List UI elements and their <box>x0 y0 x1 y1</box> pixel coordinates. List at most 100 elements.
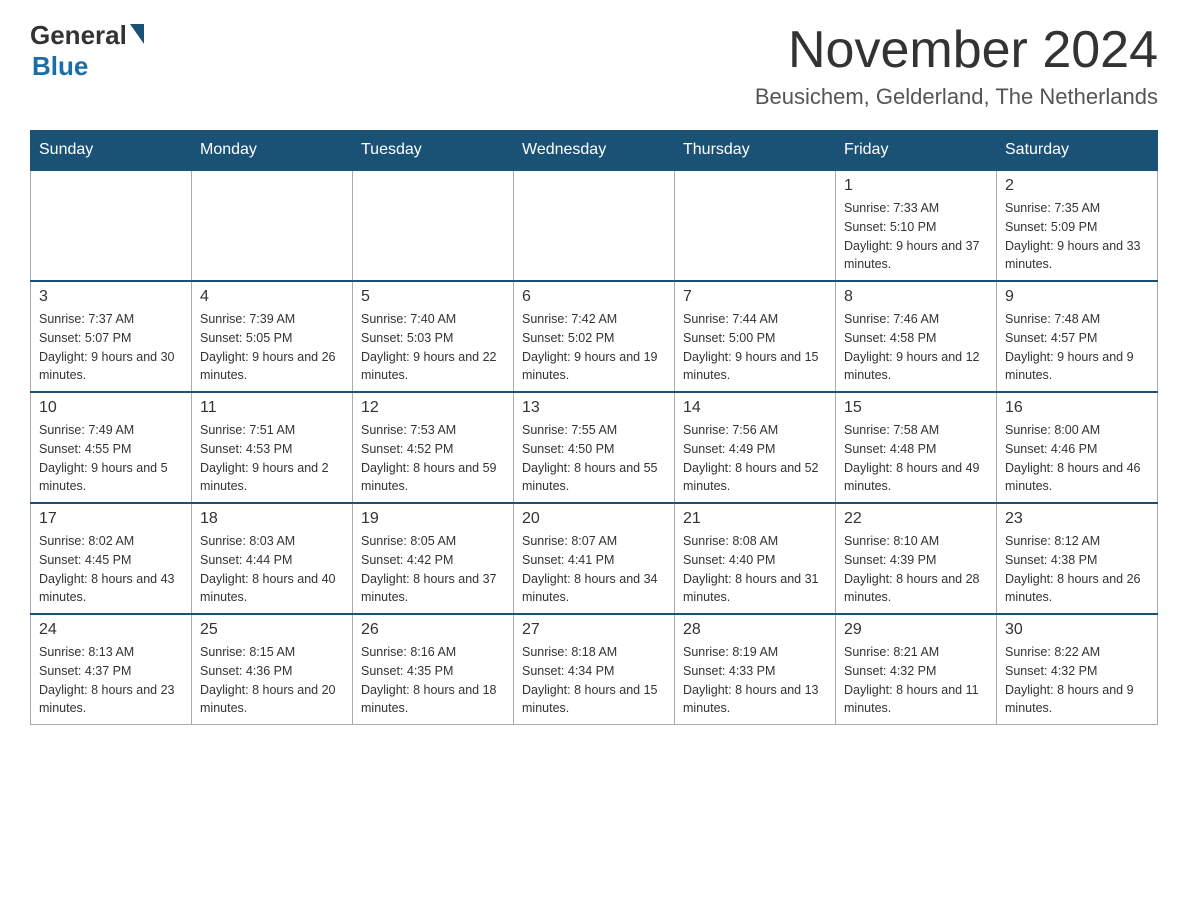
calendar-day-cell: 1 Sunrise: 7:33 AMSunset: 5:10 PMDaylight… <box>836 170 997 281</box>
day-number: 26 <box>361 621 505 639</box>
calendar-day-cell <box>675 170 836 281</box>
day-number: 3 <box>39 288 183 306</box>
day-number: 24 <box>39 621 183 639</box>
weekday-header-saturday: Saturday <box>997 131 1158 171</box>
day-info: Sunrise: 7:56 AMSunset: 4:49 PMDaylight:… <box>683 421 827 496</box>
day-number: 15 <box>844 399 988 417</box>
day-info: Sunrise: 7:51 AMSunset: 4:53 PMDaylight:… <box>200 421 344 496</box>
calendar-day-cell <box>31 170 192 281</box>
day-number: 28 <box>683 621 827 639</box>
calendar-day-cell: 18Sunrise: 8:03 AMSunset: 4:44 PMDayligh… <box>192 503 353 614</box>
day-info: Sunrise: 8:12 AMSunset: 4:38 PMDaylight:… <box>1005 532 1149 607</box>
day-info: Sunrise: 8:00 AMSunset: 4:46 PMDaylight:… <box>1005 421 1149 496</box>
logo-blue-text: Blue <box>32 51 88 81</box>
day-number: 4 <box>200 288 344 306</box>
day-number: 21 <box>683 510 827 528</box>
calendar-day-cell <box>514 170 675 281</box>
day-info: Sunrise: 7:53 AMSunset: 4:52 PMDaylight:… <box>361 421 505 496</box>
day-info: Sunrise: 8:02 AMSunset: 4:45 PMDaylight:… <box>39 532 183 607</box>
day-number: 12 <box>361 399 505 417</box>
location-title: Beusichem, Gelderland, The Netherlands <box>755 84 1158 110</box>
day-number: 19 <box>361 510 505 528</box>
calendar-day-cell <box>353 170 514 281</box>
day-info: Sunrise: 7:44 AMSunset: 5:00 PMDaylight:… <box>683 310 827 385</box>
day-number: 6 <box>522 288 666 306</box>
calendar-day-cell: 4 Sunrise: 7:39 AMSunset: 5:05 PMDaylight… <box>192 281 353 392</box>
day-number: 25 <box>200 621 344 639</box>
title-block: November 2024 Beusichem, Gelderland, The… <box>755 20 1158 110</box>
day-number: 2 <box>1005 177 1149 195</box>
calendar-day-cell: 15 Sunrise: 7:58 AMSunset: 4:48 PMDayligh… <box>836 392 997 503</box>
calendar-day-cell: 24 Sunrise: 8:13 AMSunset: 4:37 PMDayligh… <box>31 614 192 725</box>
weekday-header-sunday: Sunday <box>31 131 192 171</box>
calendar-day-cell <box>192 170 353 281</box>
calendar-day-cell: 11 Sunrise: 7:51 AMSunset: 4:53 PMDayligh… <box>192 392 353 503</box>
calendar-day-cell: 28 Sunrise: 8:19 AMSunset: 4:33 PMDayligh… <box>675 614 836 725</box>
day-number: 22 <box>844 510 988 528</box>
calendar-day-cell: 20Sunrise: 8:07 AMSunset: 4:41 PMDayligh… <box>514 503 675 614</box>
calendar-day-cell: 19 Sunrise: 8:05 AMSunset: 4:42 PMDayligh… <box>353 503 514 614</box>
week-row-5: 24 Sunrise: 8:13 AMSunset: 4:37 PMDayligh… <box>31 614 1158 725</box>
calendar-day-cell: 16 Sunrise: 8:00 AMSunset: 4:46 PMDayligh… <box>997 392 1158 503</box>
day-number: 20 <box>522 510 666 528</box>
day-info: Sunrise: 7:39 AMSunset: 5:05 PMDaylight:… <box>200 310 344 385</box>
calendar-day-cell: 21 Sunrise: 8:08 AMSunset: 4:40 PMDayligh… <box>675 503 836 614</box>
calendar-day-cell: 12 Sunrise: 7:53 AMSunset: 4:52 PMDayligh… <box>353 392 514 503</box>
calendar-day-cell: 7Sunrise: 7:44 AMSunset: 5:00 PMDaylight… <box>675 281 836 392</box>
day-info: Sunrise: 7:40 AMSunset: 5:03 PMDaylight:… <box>361 310 505 385</box>
calendar-day-cell: 26Sunrise: 8:16 AMSunset: 4:35 PMDayligh… <box>353 614 514 725</box>
day-info: Sunrise: 7:48 AMSunset: 4:57 PMDaylight:… <box>1005 310 1149 385</box>
calendar-day-cell: 5 Sunrise: 7:40 AMSunset: 5:03 PMDaylight… <box>353 281 514 392</box>
day-info: Sunrise: 8:03 AMSunset: 4:44 PMDaylight:… <box>200 532 344 607</box>
logo-general-text: General <box>30 20 127 51</box>
weekday-header-thursday: Thursday <box>675 131 836 171</box>
day-info: Sunrise: 7:49 AMSunset: 4:55 PMDaylight:… <box>39 421 183 496</box>
day-info: Sunrise: 7:35 AMSunset: 5:09 PMDaylight:… <box>1005 199 1149 274</box>
day-number: 29 <box>844 621 988 639</box>
calendar-day-cell: 27Sunrise: 8:18 AMSunset: 4:34 PMDayligh… <box>514 614 675 725</box>
week-row-4: 17Sunrise: 8:02 AMSunset: 4:45 PMDayligh… <box>31 503 1158 614</box>
day-number: 10 <box>39 399 183 417</box>
day-info: Sunrise: 8:10 AMSunset: 4:39 PMDaylight:… <box>844 532 988 607</box>
calendar-day-cell: 3 Sunrise: 7:37 AMSunset: 5:07 PMDaylight… <box>31 281 192 392</box>
page-header: General Blue November 2024 Beusichem, Ge… <box>30 20 1158 110</box>
day-number: 14 <box>683 399 827 417</box>
day-number: 13 <box>522 399 666 417</box>
day-info: Sunrise: 7:58 AMSunset: 4:48 PMDaylight:… <box>844 421 988 496</box>
day-number: 16 <box>1005 399 1149 417</box>
logo-triangle-icon <box>130 24 144 44</box>
day-number: 5 <box>361 288 505 306</box>
day-info: Sunrise: 8:13 AMSunset: 4:37 PMDaylight:… <box>39 643 183 718</box>
day-info: Sunrise: 7:37 AMSunset: 5:07 PMDaylight:… <box>39 310 183 385</box>
day-info: Sunrise: 8:05 AMSunset: 4:42 PMDaylight:… <box>361 532 505 607</box>
day-number: 8 <box>844 288 988 306</box>
calendar-day-cell: 29Sunrise: 8:21 AMSunset: 4:32 PMDayligh… <box>836 614 997 725</box>
weekday-header-monday: Monday <box>192 131 353 171</box>
logo: General Blue <box>30 20 144 82</box>
calendar-day-cell: 22 Sunrise: 8:10 AMSunset: 4:39 PMDayligh… <box>836 503 997 614</box>
calendar-day-cell: 14 Sunrise: 7:56 AMSunset: 4:49 PMDayligh… <box>675 392 836 503</box>
calendar-day-cell: 30 Sunrise: 8:22 AMSunset: 4:32 PMDayligh… <box>997 614 1158 725</box>
calendar-day-cell: 9 Sunrise: 7:48 AMSunset: 4:57 PMDaylight… <box>997 281 1158 392</box>
day-info: Sunrise: 8:18 AMSunset: 4:34 PMDaylight:… <box>522 643 666 718</box>
calendar-day-cell: 6 Sunrise: 7:42 AMSunset: 5:02 PMDaylight… <box>514 281 675 392</box>
week-row-3: 10 Sunrise: 7:49 AMSunset: 4:55 PMDayligh… <box>31 392 1158 503</box>
weekday-header-row: SundayMondayTuesdayWednesdayThursdayFrid… <box>31 131 1158 171</box>
day-number: 30 <box>1005 621 1149 639</box>
calendar-day-cell: 17Sunrise: 8:02 AMSunset: 4:45 PMDayligh… <box>31 503 192 614</box>
day-info: Sunrise: 8:08 AMSunset: 4:40 PMDaylight:… <box>683 532 827 607</box>
day-number: 9 <box>1005 288 1149 306</box>
day-number: 1 <box>844 177 988 195</box>
calendar-day-cell: 13Sunrise: 7:55 AMSunset: 4:50 PMDayligh… <box>514 392 675 503</box>
week-row-1: 1 Sunrise: 7:33 AMSunset: 5:10 PMDaylight… <box>31 170 1158 281</box>
calendar-day-cell: 2 Sunrise: 7:35 AMSunset: 5:09 PMDaylight… <box>997 170 1158 281</box>
weekday-header-wednesday: Wednesday <box>514 131 675 171</box>
month-year-title: November 2024 <box>755 20 1158 80</box>
day-number: 23 <box>1005 510 1149 528</box>
day-info: Sunrise: 8:19 AMSunset: 4:33 PMDaylight:… <box>683 643 827 718</box>
weekday-header-tuesday: Tuesday <box>353 131 514 171</box>
day-number: 11 <box>200 399 344 417</box>
day-info: Sunrise: 7:33 AMSunset: 5:10 PMDaylight:… <box>844 199 988 274</box>
day-info: Sunrise: 8:22 AMSunset: 4:32 PMDaylight:… <box>1005 643 1149 718</box>
day-info: Sunrise: 7:42 AMSunset: 5:02 PMDaylight:… <box>522 310 666 385</box>
